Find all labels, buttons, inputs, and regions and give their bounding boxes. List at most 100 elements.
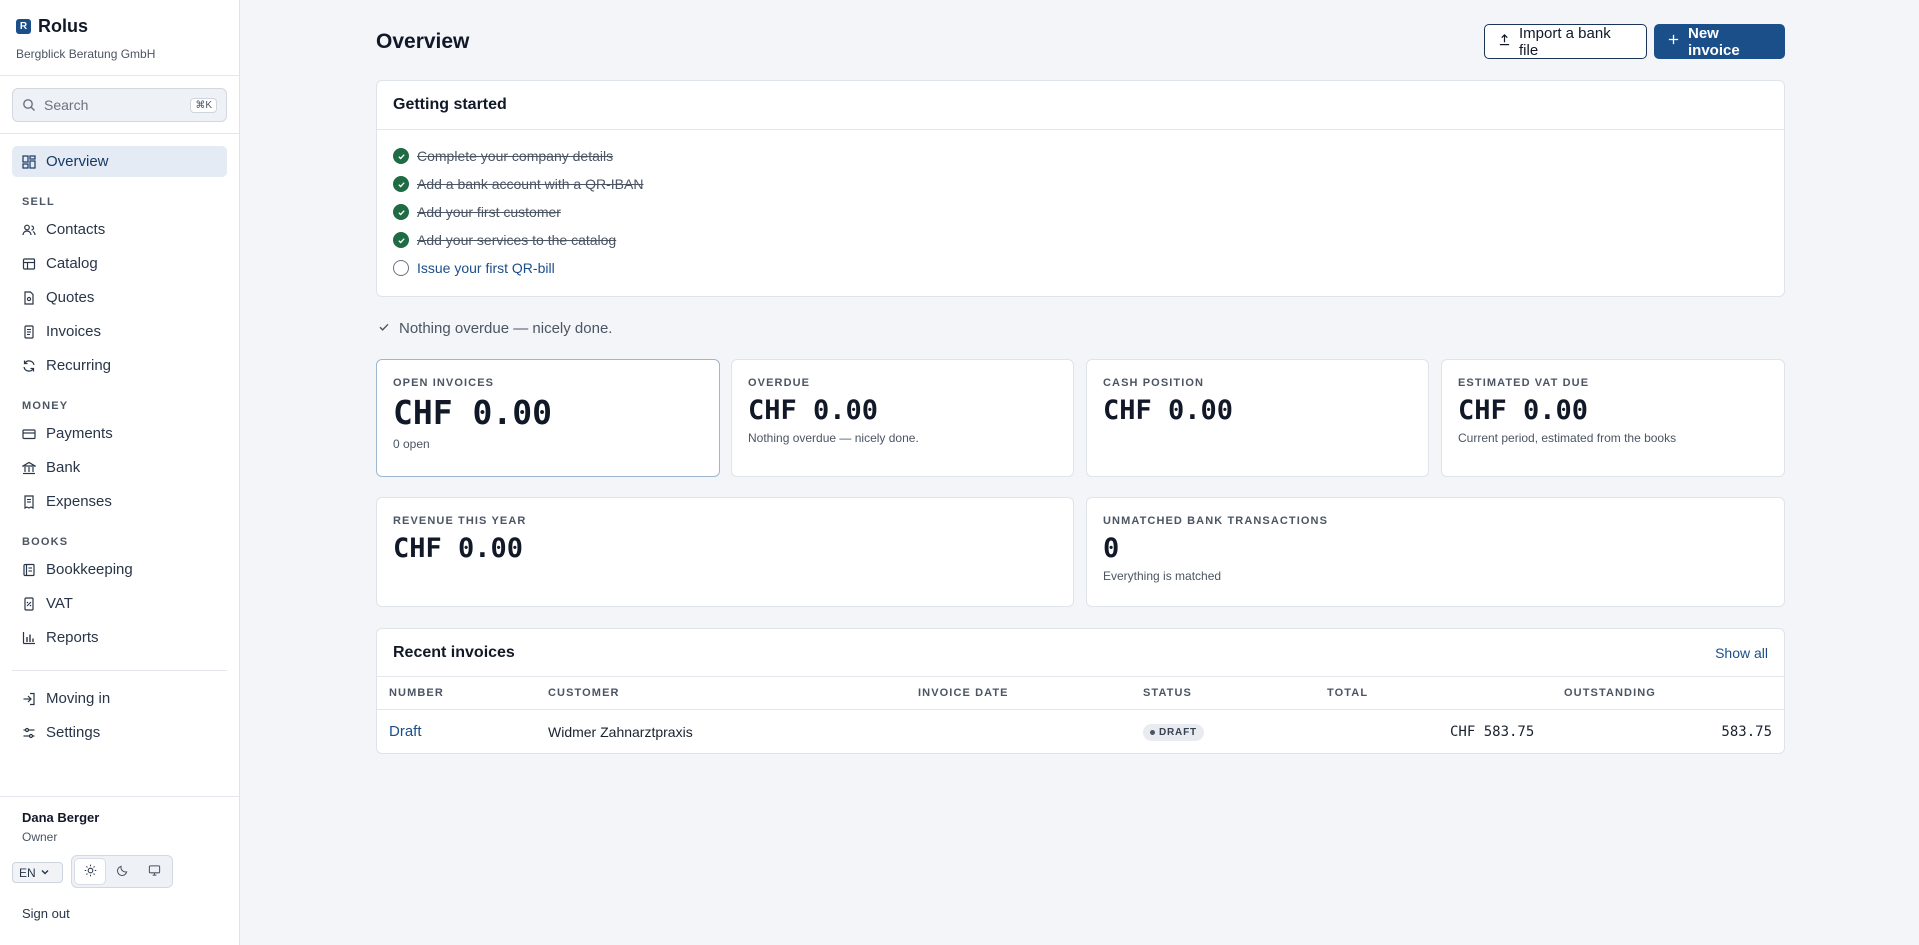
chevron-down-icon [40, 866, 50, 880]
page-title: Overview [376, 30, 470, 53]
sidebar-item-label: Overview [46, 153, 109, 170]
import-bank-file-button[interactable]: Import a bank file [1484, 24, 1647, 59]
sidebar: R Rolus Bergblick Beratung GmbH Search ⌘… [0, 0, 240, 945]
theme-dark-button[interactable] [107, 859, 137, 884]
section-label-books: BOOKS [22, 536, 69, 548]
sidebar-item-quotes[interactable]: Quotes [12, 282, 227, 313]
sidebar-item-vat[interactable]: VAT [12, 588, 227, 619]
task-item[interactable]: Add your first customer [393, 204, 561, 220]
status-badge-label: DRAFT [1159, 727, 1197, 738]
overdue-notice: Nothing overdue — nicely done. [378, 320, 612, 337]
sidebar-item-label: Recurring [46, 357, 112, 374]
task-item[interactable]: Add your services to the catalog [393, 232, 616, 248]
sign-in-icon [22, 692, 36, 706]
sidebar-item-bank[interactable]: Bank [12, 452, 227, 483]
new-invoice-button[interactable]: New invoice [1654, 24, 1785, 59]
status-badge: DRAFT [1143, 724, 1204, 741]
sidebar-item-expenses[interactable]: Expenses [12, 486, 227, 517]
recent-invoices-title: Recent invoices [393, 643, 515, 661]
stat-revenue-this-year[interactable]: REVENUE THIS YEAR CHF 0.00 [376, 497, 1074, 607]
stat-value: CHF 0.00 [1458, 395, 1589, 426]
brand-name: Rolus [38, 16, 89, 36]
stat-estimated-vat[interactable]: ESTIMATED VAT DUE CHF 0.00 Current perio… [1441, 359, 1785, 477]
column-header-total[interactable]: TOTAL [1327, 687, 1368, 699]
sign-out-link[interactable]: Sign out [22, 906, 70, 921]
invoice-number-link[interactable]: Draft [389, 723, 422, 740]
sliders-icon [22, 726, 36, 740]
invoice-icon [22, 324, 36, 339]
task-label: Complete your company details [417, 148, 614, 164]
sidebar-item-label: Expenses [46, 493, 112, 510]
search-shortcut: ⌘K [190, 97, 217, 113]
sidebar-item-settings[interactable]: Settings [12, 717, 227, 748]
stat-overdue[interactable]: OVERDUE CHF 0.00 Nothing overdue — nicel… [731, 359, 1074, 477]
sidebar-item-recurring[interactable]: Recurring [12, 350, 227, 381]
brand[interactable]: R Rolus [16, 16, 88, 37]
theme-switcher [71, 855, 173, 888]
sidebar-item-invoices[interactable]: Invoices [12, 316, 227, 347]
sidebar-item-label: Quotes [46, 289, 95, 306]
language-select[interactable]: EN [12, 862, 63, 883]
sidebar-item-overview[interactable]: Overview [12, 146, 227, 177]
task-item[interactable]: Add a bank account with a QR-IBAN [393, 176, 643, 192]
task-item[interactable]: Complete your company details [393, 148, 613, 164]
stat-label: UNMATCHED BANK TRANSACTIONS [1103, 515, 1329, 527]
stat-cash-position[interactable]: CASH POSITION CHF 0.00 [1086, 359, 1429, 477]
search-placeholder: Search [44, 97, 89, 113]
sidebar-item-payments[interactable]: Payments [12, 418, 227, 449]
sidebar-item-label: Bank [46, 459, 81, 476]
search-input[interactable]: Search ⌘K [12, 88, 227, 122]
stat-label: OVERDUE [748, 377, 811, 389]
sun-icon [84, 864, 97, 880]
sidebar-item-label: VAT [46, 595, 73, 612]
stat-open-invoices[interactable]: OPEN INVOICES CHF 0.00 0 open [376, 359, 720, 477]
new-invoice-label: New invoice [1688, 24, 1740, 59]
credit-card-icon [22, 427, 36, 441]
theme-system-button[interactable] [139, 859, 169, 884]
check-circle-icon [393, 176, 409, 192]
dashboard-icon [22, 154, 36, 169]
upload-icon [1498, 33, 1511, 50]
sidebar-item-bookkeeping[interactable]: Bookkeeping [12, 554, 227, 585]
stat-unmatched-transactions[interactable]: UNMATCHED BANK TRANSACTIONS 0 Everything… [1086, 497, 1785, 607]
sidebar-item-label: Contacts [46, 221, 106, 238]
recent-invoices-header: Recent invoices Show all [377, 629, 1784, 677]
user-name: Dana Berger [22, 810, 100, 825]
stat-label: REVENUE THIS YEAR [393, 515, 527, 527]
sidebar-item-contacts[interactable]: Contacts [12, 214, 227, 245]
stat-value: CHF 0.00 [393, 393, 552, 432]
sidebar-item-label: Payments [46, 425, 113, 442]
sidebar-item-reports[interactable]: Reports [12, 622, 227, 653]
recent-invoices-card: Recent invoices Show all NUMBER CUSTOMER… [376, 628, 1785, 754]
sidebar-item-label: Bookkeeping [46, 561, 133, 578]
task-item[interactable]: Issue your first QR-bill [393, 260, 555, 276]
task-label: Issue your first QR-bill [417, 260, 555, 276]
task-label: Add your services to the catalog [417, 232, 617, 248]
show-all-link[interactable]: Show all [1715, 645, 1768, 661]
column-header-status[interactable]: STATUS [1143, 687, 1192, 699]
invoice-total: CHF 583.75 [1450, 724, 1535, 740]
check-circle-icon [393, 148, 409, 164]
stat-value: CHF 0.00 [748, 395, 879, 426]
bar-chart-icon [22, 631, 36, 645]
stat-sub: Nothing overdue — nicely done. [748, 431, 919, 445]
users-icon [22, 223, 36, 237]
getting-started-card: Getting started Complete your company de… [376, 80, 1785, 297]
column-header-invoice-date[interactable]: INVOICE DATE [918, 687, 1009, 699]
column-header-number[interactable]: NUMBER [389, 687, 444, 699]
sidebar-item-label: Invoices [46, 323, 102, 340]
stat-sub: Current period, estimated from the books [1458, 431, 1677, 445]
brand-logo-icon: R [16, 19, 31, 34]
sidebar-item-label: Moving in [46, 690, 111, 707]
sidebar-item-moving-in[interactable]: Moving in [12, 683, 227, 714]
theme-light-button[interactable] [75, 859, 105, 884]
user-role: Owner [22, 830, 58, 844]
sidebar-item-label: Reports [46, 629, 99, 646]
column-header-customer[interactable]: CUSTOMER [548, 687, 620, 699]
column-header-outstanding[interactable]: OUTSTANDING [1564, 687, 1656, 699]
stat-value: CHF 0.00 [1103, 395, 1234, 426]
sidebar-item-catalog[interactable]: Catalog [12, 248, 227, 279]
language-value: EN [19, 865, 36, 880]
stat-sub: Everything is matched [1103, 569, 1222, 583]
refresh-icon [22, 359, 36, 373]
